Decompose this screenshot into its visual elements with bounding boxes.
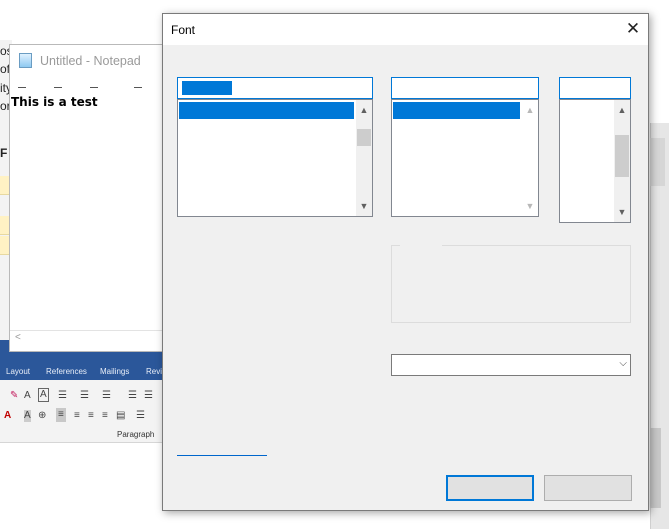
- align-right-icon[interactable]: ≡: [88, 410, 94, 422]
- font-name-list[interactable]: ▲ ▼: [177, 99, 373, 217]
- bullets-icon[interactable]: ☰: [58, 390, 67, 402]
- justify-icon[interactable]: ≡: [102, 410, 108, 422]
- numbering-icon[interactable]: ☰: [80, 390, 89, 402]
- list-scrollbar[interactable]: ▲ ▼: [356, 100, 372, 216]
- font-dialog: Font ✕ ▲ ▼ ▲ ▼ ▲ ▼ ⌵: [162, 13, 649, 511]
- notepad-window: Untitled - Notepad This is a test <: [9, 44, 171, 352]
- line-spacing-icon[interactable]: ☰: [136, 410, 145, 422]
- distributed-icon[interactable]: ▤: [116, 410, 125, 422]
- scroll-thumb[interactable]: [357, 129, 371, 146]
- cancel-button[interactable]: [544, 475, 632, 501]
- close-icon[interactable]: ✕: [615, 17, 651, 41]
- menu-format[interactable]: [90, 81, 98, 88]
- notepad-menubar: [10, 79, 170, 93]
- tab-mailings[interactable]: Mailings: [100, 367, 129, 376]
- chevron-down-icon: ⌵: [619, 358, 627, 369]
- ok-button[interactable]: [446, 475, 534, 501]
- word-ribbon: ✎ A A ☰ ☰ ☰ ☰ ☰ A A ⊕ ≡ ≡ ≡ ≡ ▤ ☰ Paragr…: [0, 380, 162, 443]
- notepad-horizontal-scrollbar[interactable]: <: [10, 330, 170, 347]
- dialog-title-bar[interactable]: Font ✕: [163, 14, 648, 45]
- character-shading-icon[interactable]: A: [24, 410, 31, 422]
- scroll-thumb[interactable]: [615, 135, 629, 177]
- up-arrow-icon[interactable]: ▲: [356, 102, 372, 118]
- notepad-title: Untitled - Notepad: [40, 54, 141, 68]
- list-item[interactable]: [393, 102, 520, 119]
- increase-indent-icon[interactable]: ☰: [144, 390, 153, 402]
- scroll-left-icon[interactable]: <: [15, 332, 21, 343]
- align-left-icon[interactable]: ≡: [56, 408, 66, 422]
- notepad-title-bar[interactable]: Untitled - Notepad: [10, 45, 170, 75]
- script-dropdown[interactable]: ⌵: [391, 354, 631, 376]
- menu-view[interactable]: [134, 81, 142, 88]
- tab-layout[interactable]: Layout: [6, 367, 30, 376]
- tab-references[interactable]: References: [46, 367, 87, 376]
- down-arrow-icon: ▼: [525, 201, 535, 211]
- menu-edit[interactable]: [54, 81, 62, 88]
- up-arrow-icon: ▲: [525, 105, 535, 115]
- sample-preview-group: [391, 244, 631, 323]
- font-size-list[interactable]: ▲ ▼: [559, 99, 631, 223]
- up-arrow-icon[interactable]: ▲: [614, 102, 630, 118]
- list-scrollbar[interactable]: ▲ ▼: [522, 100, 538, 216]
- word-vertical-scrollbar[interactable]: [650, 428, 661, 508]
- font-size-input[interactable]: [559, 77, 631, 99]
- ribbon-group-label: Paragraph: [117, 430, 155, 439]
- word-right-panel: [650, 138, 665, 186]
- selected-text-highlight: [182, 81, 232, 95]
- word-ribbon-tabs: Layout References Mailings Revi: [0, 366, 162, 380]
- down-arrow-icon[interactable]: ▼: [614, 204, 630, 220]
- list-scrollbar[interactable]: ▲ ▼: [614, 100, 630, 222]
- group-caption-gap: [400, 244, 442, 247]
- list-item[interactable]: [179, 102, 354, 119]
- tab-review[interactable]: Revi: [146, 367, 162, 376]
- clear-formatting-icon[interactable]: ✎: [10, 390, 18, 402]
- character-border-icon[interactable]: A: [38, 388, 49, 402]
- down-arrow-icon[interactable]: ▼: [356, 198, 372, 214]
- menu-file[interactable]: [18, 81, 26, 88]
- decrease-indent-icon[interactable]: ☰: [128, 390, 137, 402]
- enclose-characters-icon[interactable]: ⊕: [38, 410, 46, 422]
- font-name-input[interactable]: [177, 77, 373, 99]
- font-color-icon[interactable]: A: [4, 410, 11, 422]
- dialog-title: Font: [171, 23, 196, 37]
- font-style-input[interactable]: [391, 77, 539, 99]
- notepad-icon: [19, 53, 32, 68]
- phonetic-guide-icon[interactable]: A: [24, 390, 31, 402]
- center-icon[interactable]: ≡: [74, 410, 80, 422]
- font-style-list[interactable]: ▲ ▼: [391, 99, 539, 217]
- notepad-text-area[interactable]: This is a test: [10, 95, 171, 109]
- show-more-fonts-link[interactable]: [177, 454, 267, 456]
- multilevel-list-icon[interactable]: ☰: [102, 390, 111, 402]
